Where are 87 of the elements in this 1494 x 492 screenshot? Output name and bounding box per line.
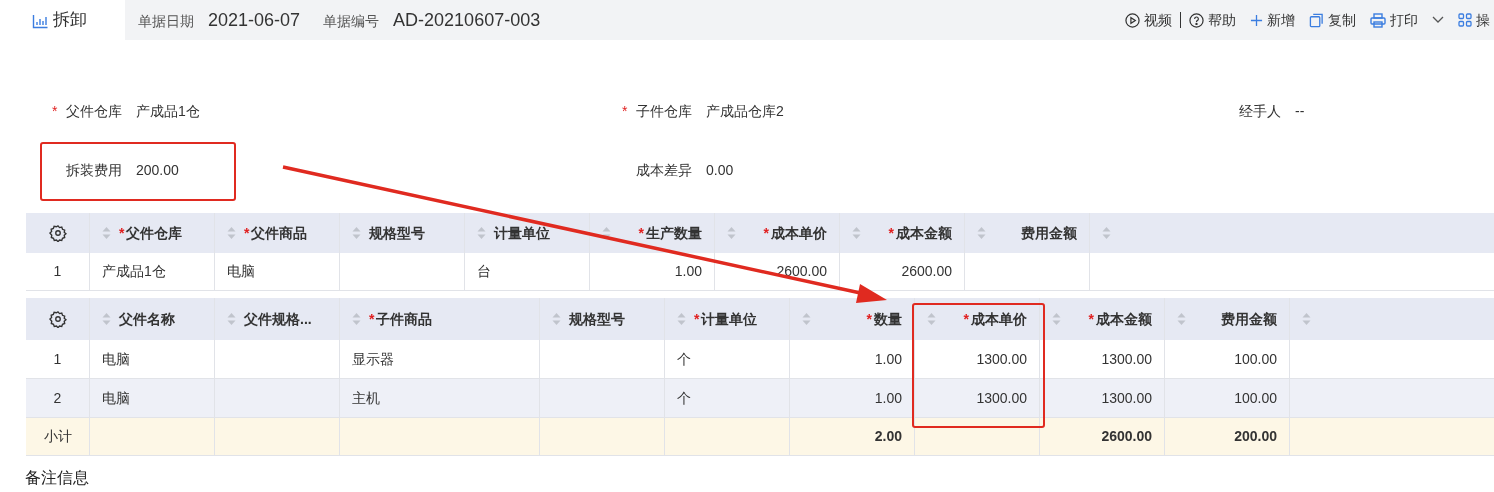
- grid-icon: [1458, 13, 1472, 27]
- field-value: AD-20210607-003: [393, 8, 541, 32]
- column-header[interactable]: 成本金额: [896, 222, 952, 244]
- required-mark: *: [963, 309, 969, 329]
- play-icon: [1125, 12, 1140, 28]
- required-mark: *: [52, 101, 58, 121]
- required-mark: *: [244, 223, 250, 243]
- table-cell-text: 2600.00: [901, 262, 952, 281]
- toolbar-button[interactable]: 打印: [1370, 9, 1444, 31]
- toolbar-button[interactable]: 视频: [1125, 9, 1172, 31]
- field-label: 子件仓库: [636, 101, 692, 121]
- column-header[interactable]: 费用金额: [1221, 308, 1277, 330]
- column-header[interactable]: 计量单位: [494, 222, 550, 244]
- table-cell-text: 台: [477, 262, 491, 281]
- table-cell-text: 1.00: [874, 388, 902, 408]
- field-value: 0.00: [706, 160, 734, 180]
- copy-icon: [1309, 12, 1324, 28]
- subtotal-cell-text: 200.00: [1234, 427, 1277, 446]
- column-header[interactable]: 规格型号: [369, 222, 425, 244]
- table-cell-text: 1300.00: [976, 349, 1027, 369]
- subtotal-label: 小计: [43, 427, 72, 446]
- table-cell-text: 电脑: [102, 388, 130, 408]
- column-header[interactable]: 父件商品: [251, 222, 308, 244]
- table-cell-text: 个: [677, 349, 691, 369]
- field-label: 单据编号: [323, 11, 380, 31]
- column-header[interactable]: 成本单价: [971, 308, 1027, 330]
- column-header[interactable]: 父件名称: [119, 308, 175, 330]
- field-label: 经手人: [1239, 101, 1281, 121]
- field-value: 200.00: [136, 160, 179, 180]
- table-cell-text: 电脑: [227, 262, 255, 281]
- subtotal-cell-text: 2600.00: [1101, 427, 1152, 446]
- settings-icon[interactable]: [48, 224, 67, 242]
- table-cell-text: 1.00: [674, 262, 702, 281]
- table-cell-text: 1300.00: [1101, 349, 1152, 369]
- table-cell-text: 2600.00: [776, 262, 827, 281]
- required-mark: *: [622, 101, 628, 121]
- field-value: --: [1295, 101, 1305, 121]
- column-header[interactable]: 成本单价: [771, 222, 827, 244]
- section-title: 备注信息: [25, 469, 89, 486]
- required-mark: *: [369, 309, 375, 329]
- row-number: 1: [53, 262, 62, 281]
- field-value: 产成品1仓: [136, 101, 200, 121]
- column-header[interactable]: 父件仓库: [126, 222, 183, 244]
- column-header[interactable]: 费用金额: [1021, 222, 1077, 244]
- document-tab[interactable]: 拆卸: [0, 0, 125, 40]
- table-cell-text: 1300.00: [976, 388, 1027, 408]
- field-value: 2021-06-07: [208, 8, 301, 32]
- plus-icon: [1250, 13, 1263, 27]
- settings-icon[interactable]: [48, 310, 67, 328]
- table-cell-text: 1300.00: [1101, 388, 1152, 408]
- row-number: 1: [53, 349, 62, 369]
- table-cell-text: 电脑: [102, 349, 130, 369]
- printer-icon: [1370, 12, 1386, 28]
- subtotal-cell-text: 2.00: [874, 427, 902, 446]
- column-header[interactable]: 成本金额: [1096, 308, 1152, 330]
- required-mark: *: [1088, 309, 1094, 329]
- table-cell-text: 1.00: [874, 349, 902, 369]
- table-cell-text: 产成品1仓: [102, 262, 166, 281]
- required-mark: *: [694, 309, 700, 329]
- toolbar-button[interactable]: 操: [1458, 9, 1490, 31]
- required-mark: *: [888, 223, 894, 243]
- toolbar-button[interactable]: 复制: [1309, 9, 1356, 31]
- toolbar-button[interactable]: 帮助: [1189, 9, 1236, 31]
- help-icon: [1189, 12, 1204, 28]
- required-mark: *: [866, 309, 872, 329]
- field-label: 拆装费用: [66, 160, 122, 180]
- column-header[interactable]: 子件商品: [376, 308, 433, 330]
- table-cell-text: 100.00: [1234, 349, 1277, 369]
- field-label: 父件仓库: [66, 101, 122, 121]
- field-value: 产成品仓库2: [706, 101, 784, 121]
- column-header[interactable]: 计量单位: [701, 308, 758, 330]
- column-header[interactable]: 数量: [874, 308, 902, 330]
- field-label: 成本差异: [636, 160, 692, 180]
- table-cell-text: 100.00: [1234, 388, 1277, 408]
- chevron-down-icon[interactable]: [1432, 16, 1444, 24]
- required-mark: *: [638, 223, 644, 243]
- required-mark: *: [119, 223, 125, 243]
- table-cell-text: 个: [677, 388, 691, 408]
- column-header[interactable]: 生产数量: [646, 222, 702, 244]
- field-label: 单据日期: [138, 11, 194, 31]
- column-header[interactable]: 父件规格...: [244, 308, 312, 330]
- required-mark: *: [763, 223, 769, 243]
- row-number: 2: [53, 388, 62, 408]
- column-header[interactable]: 规格型号: [569, 308, 625, 330]
- table-cell-text: 显示器: [352, 349, 394, 369]
- toolbar-button[interactable]: 新增: [1250, 9, 1295, 31]
- table-cell-text: 主机: [352, 388, 380, 408]
